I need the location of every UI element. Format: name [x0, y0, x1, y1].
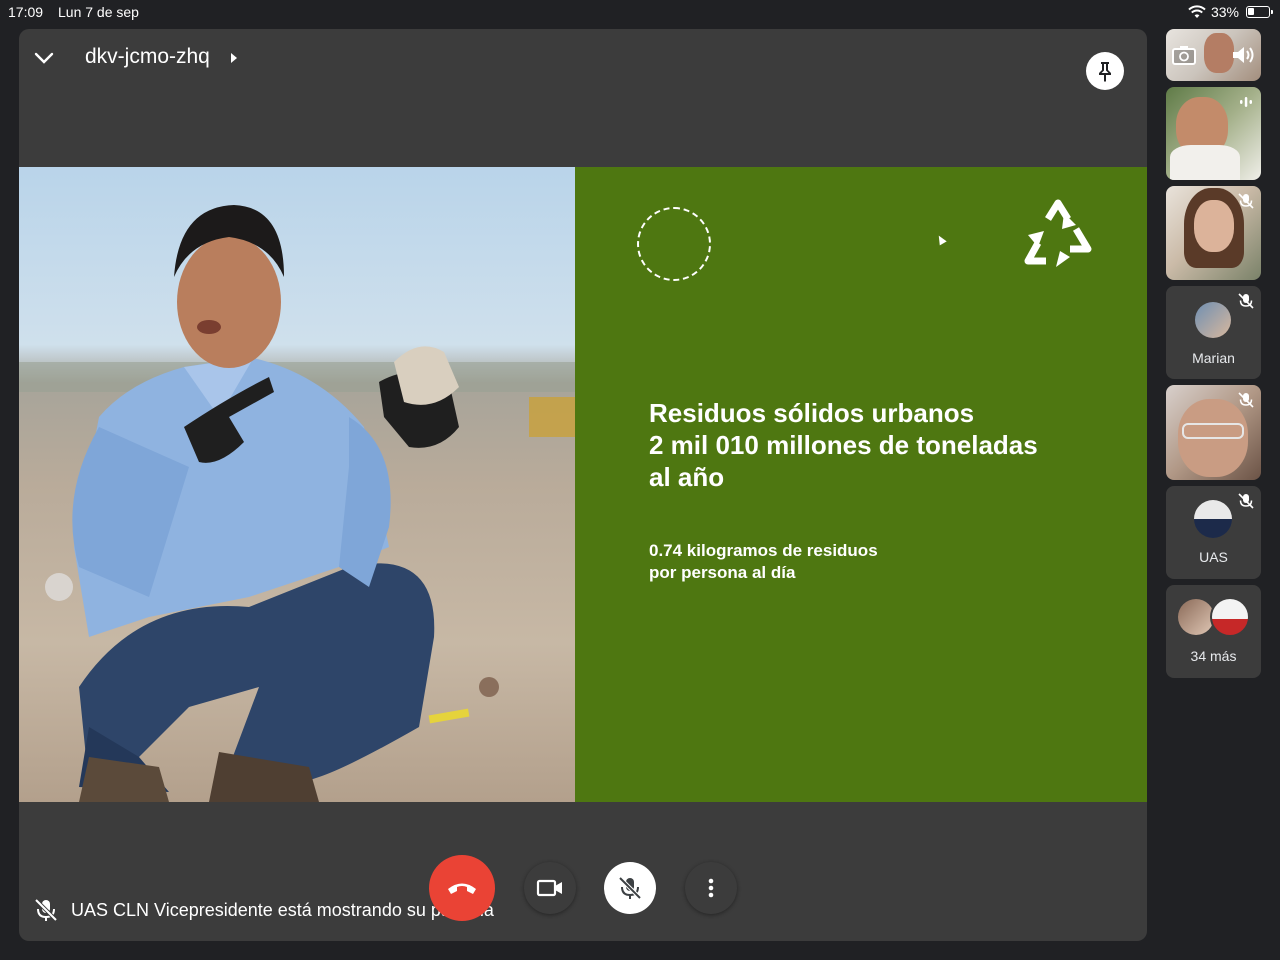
slide-subtext-line-2: por persona al día: [649, 563, 796, 582]
mic-toggle-button[interactable]: [604, 862, 656, 914]
participant-face: [1194, 200, 1234, 252]
participant-tile-uas[interactable]: UAS: [1166, 486, 1261, 579]
video-camera-icon: [536, 879, 562, 897]
presentation-photo: [19, 167, 575, 802]
chevron-down-icon[interactable]: [33, 47, 55, 69]
camera-button[interactable]: [524, 862, 576, 914]
mic-off-icon: [1238, 493, 1254, 509]
speaker-icon[interactable]: [1231, 45, 1255, 65]
speaking-indicator-icon: [1240, 97, 1252, 107]
status-time: 17:09: [8, 4, 44, 20]
status-right: 33%: [1188, 4, 1273, 20]
participant-name: UAS: [1199, 549, 1228, 565]
presentation-slide: Residuos sólidos urbanos 2 mil 010 millo…: [575, 167, 1147, 802]
more-vertical-icon: [708, 878, 714, 898]
meeting-code[interactable]: dkv-jcmo-zhq: [85, 45, 210, 69]
slide-subtext-line-1: 0.74 kilogramos de residuos: [649, 541, 878, 560]
slide-headline-line-1: Residuos sólidos urbanos: [649, 398, 975, 428]
battery-percent: 33%: [1210, 4, 1239, 20]
meeting-topbar: dkv-jcmo-zhq: [19, 29, 1147, 90]
pointer-cursor: [935, 233, 947, 246]
presenter-status-text: UAS CLN Vicepresidente está mostrando su…: [71, 899, 494, 920]
pin-button[interactable]: [1086, 52, 1124, 90]
photo-illustration: [19, 205, 575, 802]
mic-off-icon: [1238, 193, 1254, 209]
avatar: [1194, 500, 1232, 538]
status-date: Lun 7 de sep: [58, 4, 139, 20]
status-bar: 17:09 Lun 7 de sep 33%: [0, 0, 1280, 24]
slide-subtext: 0.74 kilogramos de residuos por persona …: [649, 540, 1009, 584]
more-participants-label: 34 más: [1190, 648, 1237, 664]
slide-headline-line-3: al año: [649, 462, 725, 492]
participant-tile-self[interactable]: [1166, 29, 1261, 81]
mic-off-icon: [34, 898, 58, 922]
presenter-status: UAS CLN Vicepresidente está mostrando su…: [33, 897, 494, 923]
more-options-button[interactable]: [685, 862, 737, 914]
camera-flip-icon[interactable]: [1172, 45, 1196, 65]
participant-tile-5[interactable]: [1166, 385, 1261, 480]
participant-tile-more[interactable]: 34 más: [1166, 585, 1261, 678]
avatar: [1195, 302, 1231, 338]
wifi-icon: [1188, 5, 1206, 18]
avatar: [1210, 597, 1250, 637]
slide-headline-line-2: 2 mil 010 millones de toneladas: [649, 430, 1038, 460]
battery-icon: [1246, 6, 1273, 18]
pin-icon: [1099, 62, 1111, 82]
caret-right-icon[interactable]: [231, 53, 237, 63]
glasses-icon: [1182, 423, 1244, 439]
participant-name: Marian: [1192, 350, 1235, 366]
participant-tile-3[interactable]: [1166, 186, 1261, 280]
avatar: [1178, 599, 1214, 635]
end-call-button[interactable]: [429, 855, 495, 921]
dashed-circle-icon: [637, 207, 711, 281]
recycle-icon: [1024, 199, 1092, 267]
shared-screen: Residuos sólidos urbanos 2 mil 010 millo…: [19, 167, 1147, 802]
phone-hangup-icon: [448, 883, 476, 894]
mic-off-icon: [1238, 392, 1254, 408]
participant-tile-marian[interactable]: Marian: [1166, 286, 1261, 379]
meeting-main-panel: dkv-jcmo-zhq Residuos sólidos urbanos 2 …: [19, 29, 1147, 941]
participant-tile-2[interactable]: [1166, 87, 1261, 180]
participant-face: [1204, 33, 1234, 73]
mic-off-icon: [1238, 293, 1254, 309]
slide-headline: Residuos sólidos urbanos 2 mil 010 millo…: [649, 397, 1089, 493]
mic-off-icon: [618, 876, 642, 900]
